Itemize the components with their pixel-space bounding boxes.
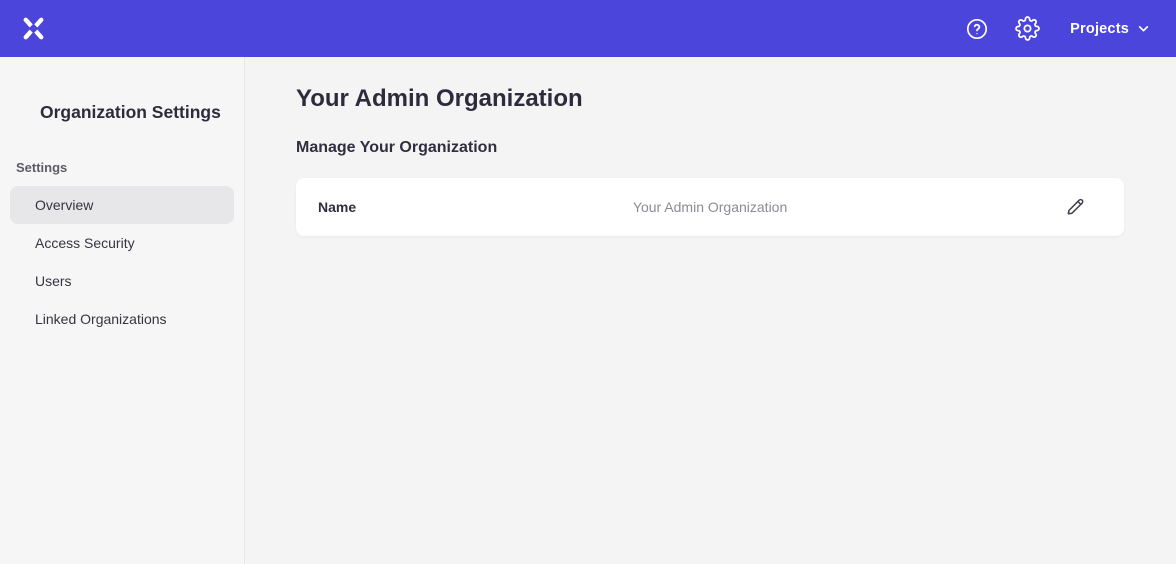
sidebar: Organization Settings Settings Overview … <box>0 57 245 564</box>
page-title: Your Admin Organization <box>296 84 1124 114</box>
help-button[interactable] <box>964 16 990 42</box>
sidebar-section-label: Settings <box>16 160 244 176</box>
sidebar-item-label: Linked Organizations <box>35 311 167 327</box>
x-logo-icon <box>20 15 47 42</box>
name-label: Name <box>318 199 356 215</box>
pencil-icon <box>1065 197 1085 217</box>
sidebar-item-linked-organizations[interactable]: Linked Organizations <box>10 300 234 338</box>
sidebar-item-label: Users <box>35 273 72 289</box>
sidebar-item-label: Overview <box>35 197 93 213</box>
brand-logo[interactable] <box>20 15 47 42</box>
sidebar-item-users[interactable]: Users <box>10 262 234 300</box>
sidebar-item-label: Access Security <box>35 235 135 251</box>
projects-dropdown[interactable]: Projects <box>1070 21 1150 37</box>
name-value: Your Admin Organization <box>356 199 1064 215</box>
sidebar-title: Organization Settings <box>40 101 244 123</box>
settings-button[interactable] <box>1014 16 1040 42</box>
edit-name-button[interactable] <box>1064 196 1086 218</box>
chevron-down-icon <box>1137 22 1150 35</box>
sidebar-item-overview[interactable]: Overview <box>10 186 234 224</box>
main-content: Your Admin Organization Manage Your Orga… <box>245 57 1176 564</box>
sidebar-item-access-security[interactable]: Access Security <box>10 224 234 262</box>
topbar-actions: Projects <box>964 16 1150 42</box>
section-title: Manage Your Organization <box>296 138 1124 158</box>
gear-icon <box>1015 16 1040 41</box>
name-setting-card: Name Your Admin Organization <box>296 178 1124 236</box>
help-icon <box>965 17 989 41</box>
page-layout: Organization Settings Settings Overview … <box>0 57 1176 564</box>
top-navigation-bar: Projects <box>0 0 1176 57</box>
sidebar-nav: Overview Access Security Users Linked Or… <box>0 186 244 338</box>
projects-label: Projects <box>1070 21 1129 37</box>
